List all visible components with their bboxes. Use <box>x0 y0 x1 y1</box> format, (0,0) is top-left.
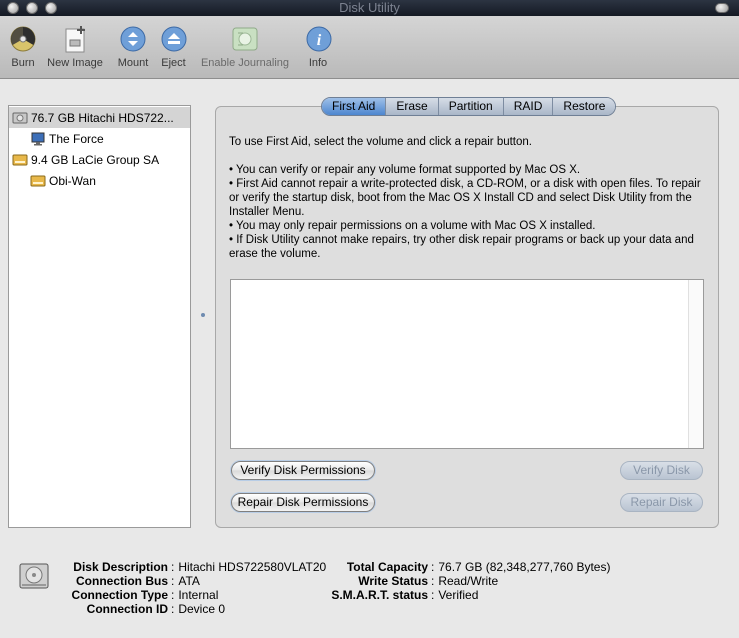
sidebar-item-obi-wan[interactable]: Obi-Wan <box>9 170 190 191</box>
repair-disk-button[interactable]: Repair Disk <box>620 493 703 512</box>
mount-button[interactable]: Mount <box>114 24 152 69</box>
info-separator: : <box>431 588 435 602</box>
info-row: Total Capacity:76.7 GB (82,348,277,760 B… <box>326 560 611 574</box>
log-scrollbar[interactable] <box>688 280 703 448</box>
sidebar-item-label: 76.7 GB Hitachi HDS722... <box>31 110 174 125</box>
info-row: Connection Bus: ATA <box>66 574 326 588</box>
info-key: Connection ID <box>86 602 168 616</box>
bullet-item: • First Aid cannot repair a write-protec… <box>229 178 701 218</box>
external-disk-icon <box>12 154 28 165</box>
info-separator: : <box>171 588 175 602</box>
info-row: Disk Description: Hitachi HDS722580VLAT20 <box>66 560 326 574</box>
info-value: Read/Write <box>438 574 499 588</box>
bullet-item: • If Disk Utility cannot make repairs, t… <box>229 234 694 260</box>
new-image-button[interactable]: New Image <box>44 24 106 69</box>
info-key: S.M.A.R.T. status <box>331 588 428 602</box>
info-value: 76.7 GB (82,348,277,760 Bytes) <box>438 560 611 574</box>
split-view-handle[interactable] <box>201 313 205 317</box>
info-key: Connection Bus <box>76 574 168 588</box>
info-value: Device 0 <box>178 602 226 616</box>
repair-disk-permissions-button[interactable]: Repair Disk Permissions <box>231 493 375 512</box>
bullet-item: • You may only repair permissions on a v… <box>229 220 596 232</box>
info-row: S.M.A.R.T. status: Verified <box>326 588 610 602</box>
monitor-volume-icon <box>31 132 45 145</box>
disk-info-panel: Disk Description: Hitachi HDS722580VLAT20… <box>0 548 739 638</box>
info-button[interactable]: i Info <box>304 24 332 69</box>
first-aid-intro: To use First Aid, select the volume and … <box>229 136 532 148</box>
eject-icon <box>159 24 189 54</box>
info-value: Verified <box>438 588 479 602</box>
verify-disk-button[interactable]: Verify Disk <box>620 461 703 480</box>
disk-info-left: Disk Description: Hitachi HDS722580VLAT20… <box>66 560 327 616</box>
burn-icon <box>8 24 38 54</box>
verify-disk-permissions-button[interactable]: Verify Disk Permissions <box>231 461 375 480</box>
info-row: Connection ID: Device 0 <box>66 602 326 616</box>
svg-text:i: i <box>317 32 322 49</box>
enable-journaling-icon <box>230 24 260 54</box>
toolbar: Disk Utility Burn New Image Mount Eject … <box>0 0 739 79</box>
sidebar-item-label: Obi-Wan <box>49 173 96 188</box>
info-separator: : <box>431 560 435 574</box>
info-key: Total Capacity <box>346 560 428 574</box>
info-value: Hitachi HDS722580VLAT20 <box>178 560 327 574</box>
first-aid-log[interactable] <box>230 279 704 449</box>
burn-label: Burn <box>11 57 35 69</box>
tab-raid[interactable]: RAID <box>502 98 553 115</box>
info-value: ATA <box>178 574 200 588</box>
sidebar-item-hitachi-disk[interactable]: 76.7 GB Hitachi HDS722... <box>9 107 190 128</box>
tab-erase[interactable]: Erase <box>385 98 438 115</box>
title-bar: Disk Utility <box>0 0 739 16</box>
hard-disk-icon <box>19 563 49 589</box>
info-separator: : <box>171 602 175 616</box>
info-icon: i <box>304 24 334 54</box>
toolbar-toggle-button[interactable] <box>715 3 729 13</box>
info-key: Write Status <box>358 574 428 588</box>
disk-utility-window: Disk Utility Burn New Image Mount Eject … <box>0 0 739 638</box>
device-list[interactable]: 76.7 GB Hitachi HDS722... The Force 9.4 … <box>8 105 191 528</box>
eject-button[interactable]: Eject <box>158 24 189 69</box>
enable-journaling-button[interactable]: Enable Journaling <box>196 24 294 69</box>
info-separator: : <box>171 574 175 588</box>
disk-info-right: Total Capacity:76.7 GB (82,348,277,760 B… <box>326 560 610 602</box>
info-value: Internal <box>178 588 219 602</box>
mount-label: Mount <box>117 57 149 69</box>
tab-partition[interactable]: Partition <box>437 98 503 115</box>
info-key: Disk Description <box>73 560 168 574</box>
window-title: Disk Utility <box>339 0 400 15</box>
eject-label: Eject <box>161 57 186 69</box>
info-separator: : <box>431 574 435 588</box>
first-aid-bullets: • You can verify or repair any volume fo… <box>229 163 709 261</box>
tab-restore[interactable]: Restore <box>552 98 616 115</box>
new-image-label: New Image <box>47 57 103 69</box>
sidebar-item-label: 9.4 GB LaCie Group SA <box>31 152 160 167</box>
info-separator: : <box>171 560 175 574</box>
info-row: Connection Type: Internal <box>66 588 326 602</box>
new-image-icon <box>60 24 90 54</box>
tab-bar: First Aid Erase Partition RAID Restore <box>321 97 617 116</box>
info-key: Connection Type <box>71 588 168 602</box>
sidebar-item-label: The Force <box>49 131 104 146</box>
tab-first-aid[interactable]: First Aid <box>322 98 386 115</box>
enable-journaling-label: Enable Journaling <box>200 57 290 69</box>
sidebar-item-the-force[interactable]: The Force <box>9 128 190 149</box>
bullet-item: • You can verify or repair any volume fo… <box>229 164 581 176</box>
mount-icon <box>118 24 148 54</box>
external-volume-icon <box>30 175 46 186</box>
burn-button[interactable]: Burn <box>8 24 38 69</box>
hard-disk-icon <box>12 112 28 123</box>
sidebar-item-lacie-disk[interactable]: 9.4 GB LaCie Group SA <box>9 149 190 170</box>
info-label: Info <box>308 57 328 69</box>
info-row: Write Status: Read/Write <box>326 574 610 588</box>
